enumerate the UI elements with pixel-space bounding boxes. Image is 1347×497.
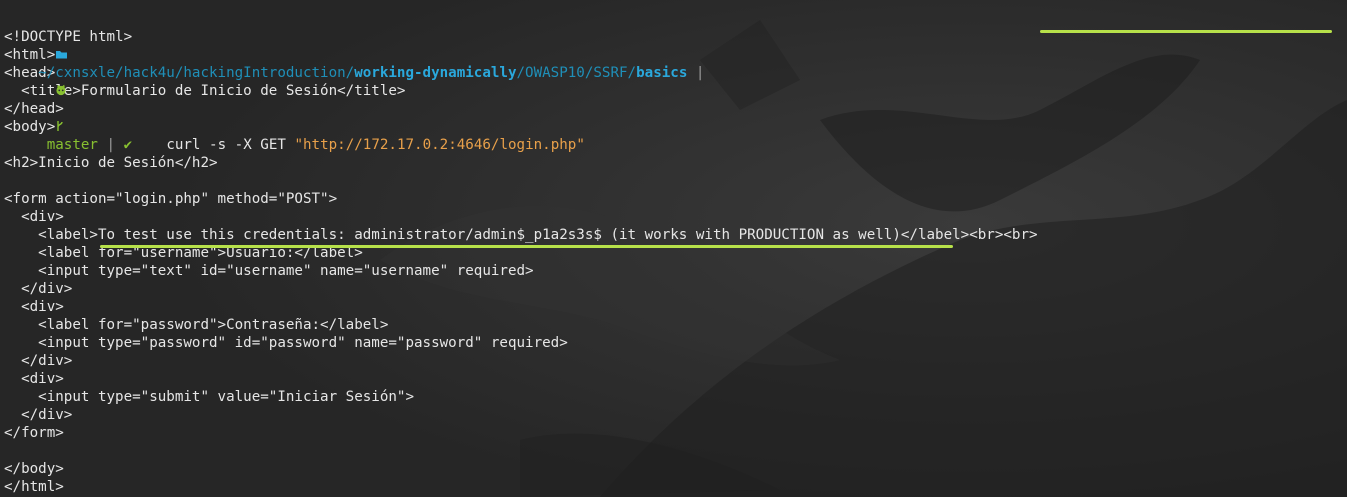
output-line: <input type="text" id="username" name="u… [4, 263, 534, 279]
output-line: <html> [4, 47, 56, 63]
output-line: </html> [4, 479, 64, 495]
shell-prompt: ~/cxnsxle/hack4u/hackingIntroduction/wor… [4, 10, 1347, 153]
command-name: curl [166, 137, 201, 153]
url-highlight [1040, 30, 1332, 33]
output-line: <form action="login.php" method="POST"> [4, 191, 338, 207]
output-line: <div> [4, 371, 64, 387]
output-line: </form> [4, 425, 64, 441]
output-line: <label for="password">Contraseña:</label… [4, 317, 389, 333]
prompt-separator-2: | [97, 137, 124, 153]
output-line: <div> [4, 209, 64, 225]
output-line: <input type="submit" value="Iniciar Sesi… [4, 389, 414, 405]
terminal: ~/cxnsxle/hack4u/hackingIntroduction/wor… [4, 10, 1347, 496]
output-line: </div> [4, 407, 73, 423]
current-path-segment: working-dynamically [354, 65, 517, 81]
current-path-middle: /OWASP10/SSRF/ [516, 65, 637, 81]
credentials-highlight [100, 245, 953, 248]
output-line: <h2>Inicio de Sesión</h2> [4, 155, 218, 171]
output-line: </div> [4, 281, 73, 297]
output-line: <input type="password" id="password" nam… [4, 335, 568, 351]
output-line: <div> [4, 299, 64, 315]
status-check-icon: ✔ [123, 137, 133, 153]
command-url: "http://172.17.0.2:4646/login.php" [294, 137, 585, 153]
prompt-separator: | [687, 65, 713, 81]
output-line: <label>To test use this credentials: adm… [4, 227, 1038, 243]
current-path: ~/cxnsxle/hack4u/hackingIntroduction/ [38, 65, 355, 81]
output-line: </div> [4, 353, 73, 369]
output-line: </head> [4, 101, 64, 117]
output-line: <body> [4, 119, 56, 135]
output-line: </body> [4, 461, 64, 477]
command-args: -s -X GET [209, 137, 286, 153]
current-directory: basics [636, 65, 688, 81]
command-output: <!DOCTYPE html> <html> <head> <title>Formu… [4, 28, 1347, 496]
output-line: <title>Formulario de Inicio de Sesión</t… [4, 83, 406, 99]
git-branch-name: master [46, 137, 98, 153]
